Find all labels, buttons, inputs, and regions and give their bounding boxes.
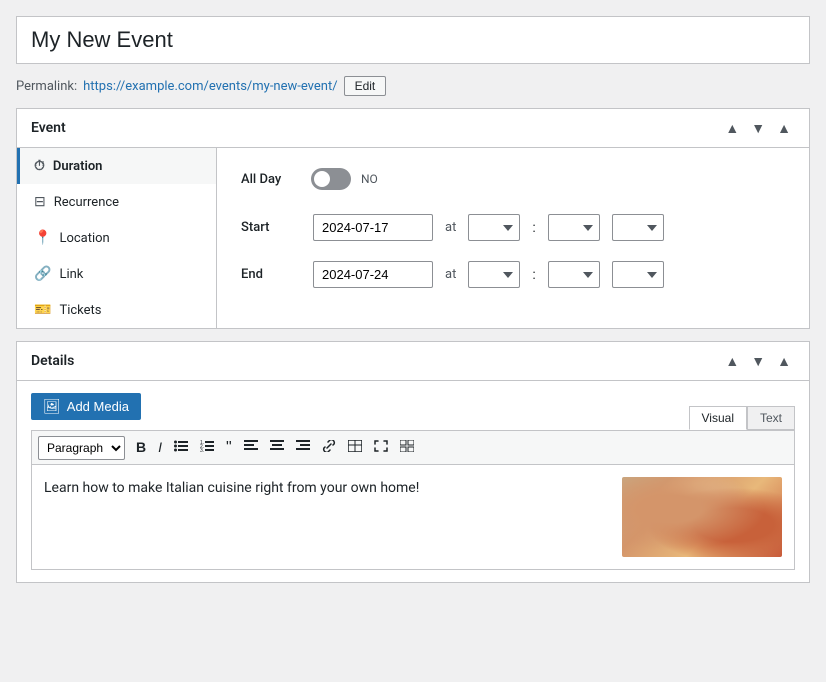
end-ampm-select[interactable] — [612, 261, 664, 288]
permalink-bar: Permalink: https://example.com/events/my… — [16, 76, 810, 96]
event-panel-title: Event — [31, 120, 66, 136]
kitchen-sink-icon — [400, 440, 414, 452]
details-panel-collapse-button[interactable]: ▲ — [773, 352, 795, 370]
editor-tabs-row: 🖼 Add Media Visual Text — [31, 393, 795, 430]
allday-label: All Day — [241, 172, 301, 187]
ol-icon: 1.2.3. — [200, 440, 214, 452]
editor-text-content[interactable]: Learn how to make Italian cuisine right … — [44, 477, 610, 499]
sidebar-item-recurrence-label: Recurrence — [54, 195, 119, 210]
duration-icon: ⏱ — [34, 158, 45, 174]
start-ampm-select[interactable] — [612, 214, 664, 241]
italic-button[interactable]: I — [153, 436, 167, 459]
allday-state-label: NO — [361, 172, 378, 186]
title-area — [16, 16, 810, 64]
end-at-label: at — [445, 267, 456, 282]
sidebar-item-tickets[interactable]: 🎫 Tickets — [17, 292, 216, 328]
link-button[interactable] — [317, 436, 341, 459]
table-button[interactable] — [343, 436, 367, 459]
permalink-label: Permalink: — [16, 79, 77, 94]
event-panel-controls: ▲ ▼ ▲ — [721, 119, 795, 137]
add-media-label: Add Media — [67, 399, 129, 414]
start-minute-select[interactable] — [548, 214, 600, 241]
end-label: End — [241, 267, 301, 282]
details-panel-body: 🖼 Add Media Visual Text Paragraph B I 1.… — [17, 381, 809, 582]
details-panel-title: Details — [31, 353, 74, 369]
details-panel-controls: ▲ ▼ ▲ — [721, 352, 795, 370]
align-right-icon — [296, 440, 310, 452]
start-hour-select[interactable] — [468, 214, 520, 241]
recurrence-icon: ⊟ — [34, 194, 46, 210]
link-icon: 🔗 — [34, 266, 51, 282]
sidebar-item-tickets-label: Tickets — [59, 303, 101, 318]
event-panel-up-button[interactable]: ▲ — [721, 119, 743, 137]
location-icon: 📍 — [34, 230, 51, 246]
tab-visual[interactable]: Visual — [689, 406, 747, 430]
event-panel: Event ▲ ▼ ▲ ⏱ Duration ⊟ Recurrence 📍 Lo… — [16, 108, 810, 329]
paragraph-format-select[interactable]: Paragraph — [38, 436, 125, 460]
sidebar-item-duration-label: Duration — [53, 159, 103, 174]
toggle-thumb — [314, 171, 330, 187]
sidebar-item-duration[interactable]: ⏱ Duration — [17, 148, 216, 184]
event-sidebar: ⏱ Duration ⊟ Recurrence 📍 Location 🔗 Lin… — [17, 148, 217, 328]
end-hour-select[interactable] — [468, 261, 520, 288]
allday-row: All Day NO — [241, 168, 785, 190]
allday-toggle[interactable] — [311, 168, 351, 190]
toggle-track — [311, 168, 351, 190]
ordered-list-button[interactable]: 1.2.3. — [195, 436, 219, 459]
details-panel-up-button[interactable]: ▲ — [721, 352, 743, 370]
event-panel-body: ⏱ Duration ⊟ Recurrence 📍 Location 🔗 Lin… — [17, 148, 809, 328]
duration-content: All Day NO Start at : — [217, 148, 809, 328]
align-center-button[interactable] — [265, 436, 289, 459]
editor-tabs: Visual Text — [689, 406, 795, 430]
editor-content-image — [622, 477, 782, 557]
ul-icon — [174, 440, 188, 452]
add-media-icon: 🖼 — [43, 398, 61, 415]
table-icon — [348, 440, 362, 452]
details-panel: Details ▲ ▼ ▲ 🖼 Add Media Visual Text Pa… — [16, 341, 810, 583]
end-time-colon: : — [532, 267, 535, 283]
align-center-icon — [270, 440, 284, 452]
tab-text[interactable]: Text — [747, 406, 795, 430]
align-left-button[interactable] — [239, 436, 263, 459]
align-left-icon — [244, 440, 258, 452]
permalink-edit-button[interactable]: Edit — [344, 76, 387, 96]
start-at-label: at — [445, 220, 456, 235]
svg-text:3.: 3. — [200, 448, 204, 452]
bold-button[interactable]: B — [131, 436, 151, 459]
end-row: End at : — [241, 261, 785, 288]
start-time-colon: : — [532, 220, 535, 236]
fullscreen-icon — [374, 440, 388, 452]
permalink-url[interactable]: https://example.com/events/my-new-event/ — [83, 79, 337, 94]
sidebar-item-recurrence[interactable]: ⊟ Recurrence — [17, 184, 216, 220]
event-panel-down-button[interactable]: ▼ — [747, 119, 769, 137]
unordered-list-button[interactable] — [169, 436, 193, 459]
sidebar-item-link-label: Link — [59, 267, 83, 282]
link-toolbar-icon — [322, 440, 336, 452]
event-title-input[interactable] — [31, 27, 795, 53]
editor-content-area[interactable]: Learn how to make Italian cuisine right … — [31, 464, 795, 570]
sidebar-item-location-label: Location — [59, 231, 109, 246]
align-right-button[interactable] — [291, 436, 315, 459]
sidebar-item-link[interactable]: 🔗 Link — [17, 256, 216, 292]
editor-toolbar: Paragraph B I 1.2.3. " — [31, 430, 795, 464]
details-panel-header: Details ▲ ▼ ▲ — [17, 342, 809, 381]
details-panel-down-button[interactable]: ▼ — [747, 352, 769, 370]
end-minute-select[interactable] — [548, 261, 600, 288]
kitchen-sink-button[interactable] — [395, 436, 419, 459]
tickets-icon: 🎫 — [34, 302, 51, 318]
event-panel-header: Event ▲ ▼ ▲ — [17, 109, 809, 148]
fullscreen-button[interactable] — [369, 436, 393, 459]
start-date-input[interactable] — [313, 214, 433, 241]
start-row: Start at : — [241, 214, 785, 241]
end-date-input[interactable] — [313, 261, 433, 288]
blockquote-button[interactable]: " — [221, 435, 237, 460]
event-panel-collapse-button[interactable]: ▲ — [773, 119, 795, 137]
add-media-button[interactable]: 🖼 Add Media — [31, 393, 141, 420]
start-label: Start — [241, 220, 301, 235]
sidebar-item-location[interactable]: 📍 Location — [17, 220, 216, 256]
